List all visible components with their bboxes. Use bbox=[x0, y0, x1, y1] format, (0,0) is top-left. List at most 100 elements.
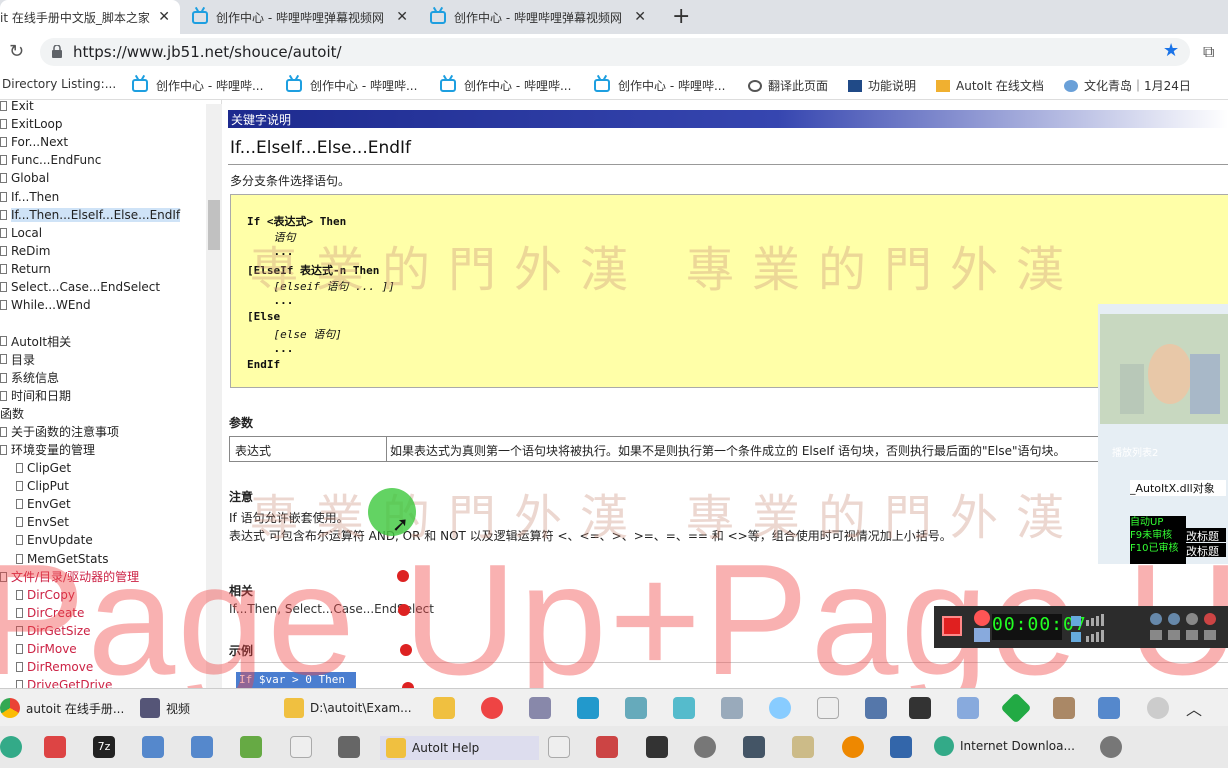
calendar-icon[interactable] bbox=[338, 736, 360, 758]
lock-icon[interactable] bbox=[52, 44, 62, 58]
app-icon[interactable] bbox=[865, 697, 887, 719]
status-box: 自动UP F9未审核 F10已审核 bbox=[1130, 516, 1186, 564]
app-icon[interactable] bbox=[1100, 736, 1122, 758]
bookmark-label: AutoIt 在线文档 bbox=[956, 79, 1044, 93]
app-icon[interactable] bbox=[1098, 697, 1120, 719]
bookmark-item[interactable]: 创作中心 - 哔哩哔... bbox=[440, 77, 571, 94]
rename-button[interactable]: 改标题 bbox=[1186, 528, 1226, 543]
tab-bilibili-2[interactable]: 创作中心 - 哔哩哔哩弹幕视频网 ✕ bbox=[420, 0, 656, 34]
tree-item[interactable]: For...Next bbox=[0, 133, 68, 151]
page-icon bbox=[16, 463, 23, 473]
app-icon[interactable] bbox=[673, 697, 695, 719]
bookmark-item[interactable]: 创作中心 - 哔哩哔... bbox=[132, 77, 263, 94]
app-icon[interactable] bbox=[44, 736, 66, 758]
taskbar-autoit-help[interactable]: AutoIt Help bbox=[380, 736, 540, 760]
app-icon[interactable] bbox=[957, 697, 979, 719]
omnibox[interactable]: https://www.jb51.net/shouce/autoit/ ★ bbox=[40, 38, 1190, 66]
tree-item[interactable]: EnvGet bbox=[16, 495, 71, 513]
bookmark-label: 创作中心 - 哔哩哔... bbox=[156, 79, 264, 93]
chevron-up-icon[interactable]: ︿ bbox=[1186, 696, 1202, 720]
close-icon[interactable]: ✕ bbox=[634, 9, 646, 25]
taskbar-label: D:\autoit\Exam... bbox=[310, 701, 412, 715]
tree-item[interactable]: Func...EndFunc bbox=[0, 151, 101, 169]
tree-item[interactable]: 关于函数的注意事项 bbox=[0, 423, 119, 441]
bookmark-item[interactable]: 创作中心 - 哔哩哔... bbox=[594, 77, 725, 94]
tree-item[interactable]: If...Then...ElseIf...Else...EndIf bbox=[0, 206, 181, 224]
7zip-icon[interactable]: 7z bbox=[93, 736, 115, 758]
tree-item[interactable]: Exit bbox=[0, 100, 34, 115]
app-icon[interactable] bbox=[0, 736, 22, 758]
tree-item[interactable]: 函数 bbox=[0, 405, 24, 423]
tree-item[interactable]: Global bbox=[0, 169, 49, 187]
tree-item[interactable]: Local bbox=[0, 224, 42, 242]
syntax-line: EndIf bbox=[247, 358, 281, 371]
app-icon[interactable] bbox=[142, 736, 164, 758]
tree-item[interactable]: ClipPut bbox=[16, 477, 69, 495]
taskbar-idm[interactable]: Internet Downloa... bbox=[934, 736, 1075, 756]
pause-icon[interactable] bbox=[974, 628, 990, 642]
recorder-tools[interactable] bbox=[1148, 610, 1226, 644]
reload-icon[interactable]: ↻ bbox=[9, 41, 24, 62]
tree-item[interactable]: 时间和日期 bbox=[0, 387, 71, 405]
app-icon[interactable] bbox=[743, 736, 765, 758]
app-icon[interactable] bbox=[240, 736, 262, 758]
app-icon[interactable] bbox=[625, 697, 647, 719]
tree-scrollbar-thumb[interactable] bbox=[208, 200, 220, 250]
app-icon[interactable] bbox=[769, 697, 791, 719]
app-icon[interactable] bbox=[909, 697, 931, 719]
app-icon[interactable] bbox=[191, 736, 213, 758]
app-icon[interactable] bbox=[694, 736, 716, 758]
file-icon[interactable] bbox=[817, 697, 839, 719]
app-icon[interactable] bbox=[433, 697, 455, 719]
tab-bilibili-1[interactable]: 创作中心 - 哔哩哔哩弹幕视频网 ✕ bbox=[182, 0, 418, 34]
record-stop-button[interactable] bbox=[942, 616, 962, 636]
bookmark-item[interactable]: 创作中心 - 哔哩哔... bbox=[286, 77, 417, 94]
app-icon[interactable] bbox=[890, 736, 912, 758]
app-icon[interactable] bbox=[529, 697, 551, 719]
app-icon[interactable] bbox=[792, 736, 814, 758]
bookmark-label: 创作中心 - 哔哩哔... bbox=[310, 79, 418, 93]
page-icon bbox=[16, 481, 23, 492]
app-icon[interactable] bbox=[596, 736, 618, 758]
app-icon[interactable] bbox=[1000, 692, 1032, 724]
new-tab-button[interactable]: + bbox=[672, 4, 690, 29]
film-icon[interactable] bbox=[646, 736, 668, 758]
bookmark-item[interactable]: 翻译此页面 bbox=[748, 77, 828, 94]
tree-item[interactable]: ReDim bbox=[0, 242, 50, 260]
close-icon[interactable]: ✕ bbox=[396, 9, 408, 25]
tree-item[interactable]: 系统信息 bbox=[0, 369, 59, 387]
bookmark-item[interactable]: 功能说明 bbox=[848, 77, 916, 94]
alarm-icon[interactable] bbox=[974, 610, 990, 626]
tree-item[interactable]: Return bbox=[0, 260, 51, 278]
tree-item[interactable]: 目录 bbox=[0, 350, 35, 368]
rename-button[interactable]: 改标题 bbox=[1186, 543, 1226, 558]
taskbar-video[interactable]: 视频 bbox=[140, 698, 190, 718]
page-icon bbox=[0, 155, 7, 166]
taskbar-chrome[interactable]: autoit 在线手册... bbox=[0, 698, 124, 718]
file-icon[interactable] bbox=[548, 736, 570, 758]
close-icon[interactable]: ✕ bbox=[158, 9, 170, 25]
tree-item[interactable]: If...Then bbox=[0, 188, 59, 206]
extensions-icon[interactable]: ⧉ bbox=[1203, 42, 1214, 62]
app-icon[interactable] bbox=[1147, 697, 1169, 719]
search-icon[interactable] bbox=[842, 736, 864, 758]
file-icon[interactable] bbox=[290, 736, 312, 758]
tree-item[interactable]: Select...Case...EndSelect bbox=[0, 278, 160, 296]
app-icon[interactable] bbox=[481, 697, 503, 719]
tree-item[interactable]: AutoIt相关 bbox=[0, 332, 71, 350]
bookmark-item[interactable]: 文化青岛｜1月24日 bbox=[1064, 77, 1191, 94]
url-text[interactable]: https://www.jb51.net/shouce/autoit/ bbox=[73, 43, 342, 61]
app-icon[interactable] bbox=[1053, 697, 1075, 719]
tree-item[interactable]: ExitLoop bbox=[0, 115, 63, 133]
tree-item[interactable]: 环境变量的管理 bbox=[0, 441, 95, 459]
tree-item[interactable]: While...WEnd bbox=[0, 296, 91, 314]
tree-item[interactable]: ClipGet bbox=[16, 459, 71, 477]
bookmark-item[interactable]: AutoIt 在线文档 bbox=[936, 77, 1044, 94]
tab-autoit-manual[interactable]: it 在线手册中文版_脚本之家 ✕ bbox=[0, 0, 180, 34]
taskbar-explorer[interactable]: D:\autoit\Exam... bbox=[284, 698, 412, 718]
bookmark-item[interactable]: Directory Listing:... bbox=[2, 77, 116, 91]
bookmark-star-icon[interactable]: ★ bbox=[1163, 40, 1179, 61]
tree-item[interactable]: EnvSet bbox=[16, 513, 69, 531]
bilibili-icon[interactable] bbox=[577, 697, 599, 719]
app-icon[interactable] bbox=[721, 697, 743, 719]
